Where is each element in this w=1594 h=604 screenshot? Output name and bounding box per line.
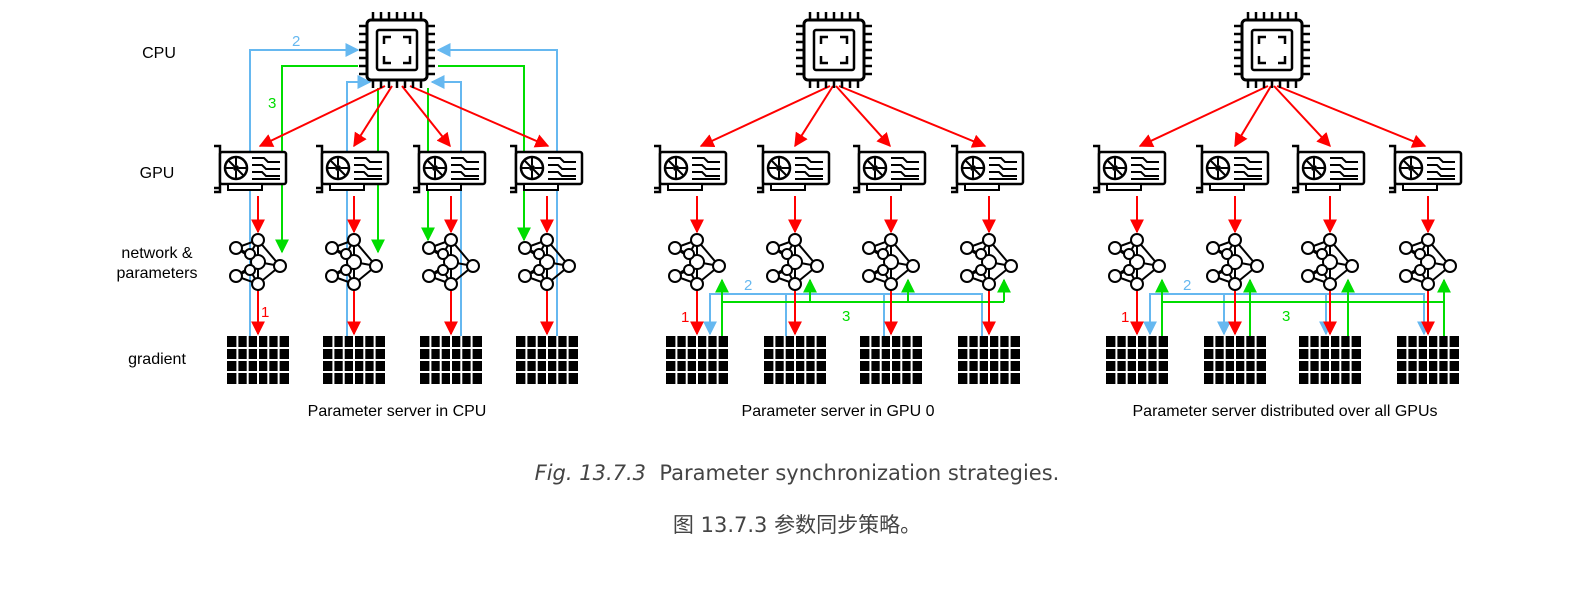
- graphics-card-icon: [508, 144, 584, 194]
- neural-network-icon: [766, 233, 824, 291]
- step-label-2: 2: [292, 33, 300, 50]
- neural-network-icon: [1206, 233, 1264, 291]
- cpu-chip-icon: [357, 10, 437, 90]
- gradient-grid-icon: [1298, 335, 1362, 385]
- panel-caption: Parameter server distributed over all GP…: [1133, 403, 1438, 420]
- step-label-1: 1: [1121, 309, 1129, 326]
- row-label-gradient: gradient: [128, 351, 186, 368]
- gradient-grid-icon: [763, 335, 827, 385]
- neural-network-icon: [862, 233, 920, 291]
- step2-edge-gpu1: [346, 75, 372, 338]
- step-label-3: 3: [268, 95, 276, 112]
- panel-caption: Parameter server in GPU 0: [742, 403, 935, 420]
- gradient-grid-icon: [957, 335, 1021, 385]
- graphics-card-icon: [1290, 144, 1366, 194]
- neural-network-icon: [1399, 233, 1457, 291]
- gradient-grid-icon: [419, 335, 483, 385]
- step-label-1: 1: [261, 304, 269, 321]
- gradient-grid-icon: [665, 335, 729, 385]
- row-label-network-line1: network &: [121, 245, 192, 262]
- step1-edge-cpu-gpu1: [353, 85, 393, 148]
- row-label-network-line2: parameters: [117, 265, 198, 282]
- step1-edge-cpu-gpu0: [699, 85, 831, 148]
- step-label-2: 2: [744, 277, 752, 294]
- graphics-card-icon: [212, 144, 288, 194]
- neural-network-icon: [1301, 233, 1359, 291]
- gradient-grid-icon: [1105, 335, 1169, 385]
- gradient-grid-icon: [859, 335, 923, 385]
- gradient-grid-icon: [1396, 335, 1460, 385]
- figure-number: Fig. 13.7.3: [534, 461, 647, 485]
- row-label-cpu: CPU: [142, 45, 176, 62]
- gradient-grid-icon: [1203, 335, 1267, 385]
- panel-distributed-server: 1 2 3 Parameter server distributed over …: [1091, 10, 1463, 420]
- row-label-gpu: GPU: [140, 165, 175, 182]
- step2-edge-gpu2: [430, 75, 462, 338]
- step1-edge-cpu-gpu0: [1138, 85, 1269, 147]
- graphics-card-icon: [851, 144, 927, 194]
- neural-network-icon: [422, 233, 480, 291]
- graphics-card-icon: [1387, 144, 1463, 194]
- figure-caption-chinese: 图 13.7.3 参数同步策略。: [672, 513, 922, 537]
- graphics-card-icon: [1194, 144, 1270, 194]
- neural-network-icon: [229, 233, 287, 291]
- neural-network-icon: [960, 233, 1018, 291]
- neural-network-icon: [1108, 233, 1166, 291]
- step-label-2: 2: [1183, 277, 1191, 294]
- gradient-grid-icon: [226, 335, 290, 385]
- graphics-card-icon: [949, 144, 1025, 194]
- neural-network-icon: [668, 233, 726, 291]
- step1-edge-cpu-gpu0: [258, 85, 386, 147]
- graphics-card-icon: [652, 144, 728, 194]
- panel-cpu-server: 1 2 3 Parameter server in CPU: [212, 10, 584, 420]
- graphics-card-icon: [314, 144, 390, 194]
- step-label-3: 3: [842, 308, 850, 325]
- cpu-chip-icon: [1232, 10, 1312, 90]
- gradient-grid-icon: [515, 335, 579, 385]
- cpu-chip-icon: [794, 10, 874, 90]
- gradient-grid-icon: [322, 335, 386, 385]
- figure-caption: Fig. 13.7.3 Parameter synchronization st…: [0, 461, 1594, 485]
- step2-edge-gpu3: [436, 43, 558, 338]
- step1-edge-cpu-gpu3: [409, 85, 550, 148]
- neural-network-icon: [325, 233, 383, 291]
- panel-caption: Parameter server in CPU: [308, 403, 487, 420]
- step-label-3: 3: [1282, 308, 1290, 325]
- step-label-1: 1: [681, 309, 689, 326]
- neural-network-icon: [518, 233, 576, 291]
- panel-gpu0-server: 1 2 3 Parameter server in GPU 0: [652, 10, 1025, 420]
- step1-edge-cpu-gpu2: [401, 85, 451, 148]
- step2-edge-gpu0: [249, 43, 360, 338]
- graphics-card-icon: [1091, 144, 1167, 194]
- graphics-card-icon: [411, 144, 487, 194]
- figure-caption-text: Parameter synchronization strategies.: [659, 461, 1060, 485]
- graphics-card-icon: [755, 144, 831, 194]
